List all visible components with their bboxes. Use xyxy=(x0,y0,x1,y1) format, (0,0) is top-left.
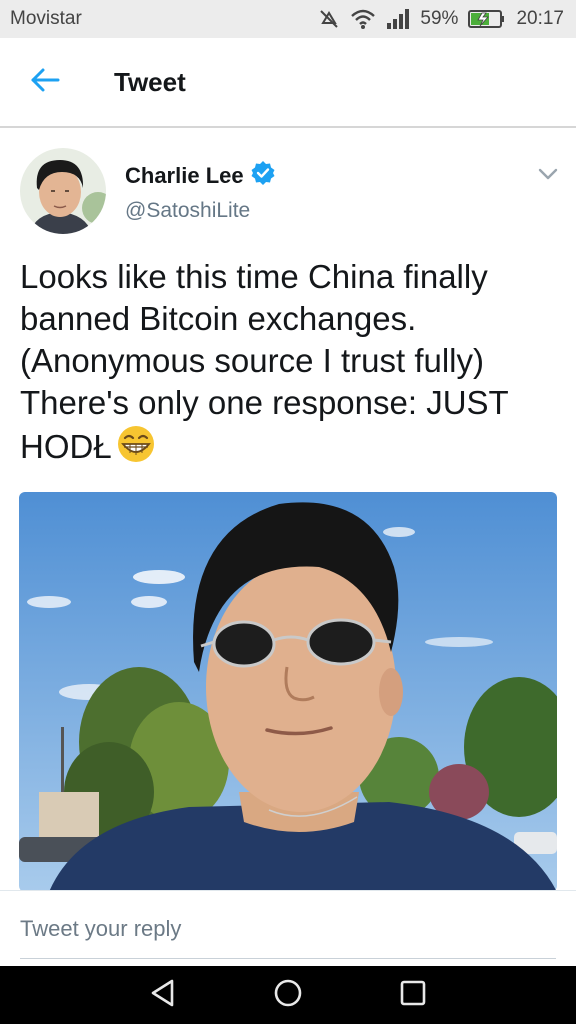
signal-icon xyxy=(386,8,410,30)
author-row: Charlie Lee @SatoshiLite xyxy=(0,130,576,240)
page-title: Tweet xyxy=(114,66,186,97)
avatar[interactable] xyxy=(20,148,106,234)
author-names: Charlie Lee @SatoshiLite xyxy=(125,160,276,223)
system-nav-bar xyxy=(0,966,576,1024)
mute-icon xyxy=(318,8,340,30)
clock: 20:17 xyxy=(516,8,564,29)
grinning-face-emoji xyxy=(116,424,156,474)
arrow-left-icon xyxy=(30,67,60,98)
wifi-icon xyxy=(350,8,376,30)
tweet-text-container: Looks like this time China finally banne… xyxy=(20,256,560,474)
tweet-text: Looks like this time China finally banne… xyxy=(20,258,509,465)
verified-badge-icon xyxy=(250,160,276,191)
nav-back-button[interactable] xyxy=(133,966,193,1024)
reply-input[interactable] xyxy=(20,911,556,959)
circle-home-icon xyxy=(273,978,303,1013)
user-handle[interactable]: @SatoshiLite xyxy=(125,199,276,223)
battery-charging-icon xyxy=(468,8,506,30)
carrier-name: Movistar xyxy=(10,8,82,29)
back-button[interactable] xyxy=(0,37,90,127)
reply-bar xyxy=(0,890,576,966)
nav-recents-button[interactable] xyxy=(383,966,443,1024)
tweet-photo[interactable] xyxy=(19,492,557,892)
tweet-options-button[interactable] xyxy=(536,162,560,186)
nav-home-button[interactable] xyxy=(258,966,318,1024)
triangle-back-icon xyxy=(148,978,178,1013)
battery-percent: 59% xyxy=(420,8,459,29)
display-name-row: Charlie Lee xyxy=(125,160,276,191)
display-name[interactable]: Charlie Lee xyxy=(125,163,244,189)
tweet: Charlie Lee @SatoshiLite Looks like this… xyxy=(0,130,576,892)
chevron-down-icon xyxy=(536,168,560,190)
status-icons: 59% 20:17 xyxy=(318,8,564,30)
app-header: Tweet xyxy=(0,38,576,128)
status-bar: Movistar 59% 20:17 xyxy=(0,0,576,38)
square-recents-icon xyxy=(398,978,428,1013)
